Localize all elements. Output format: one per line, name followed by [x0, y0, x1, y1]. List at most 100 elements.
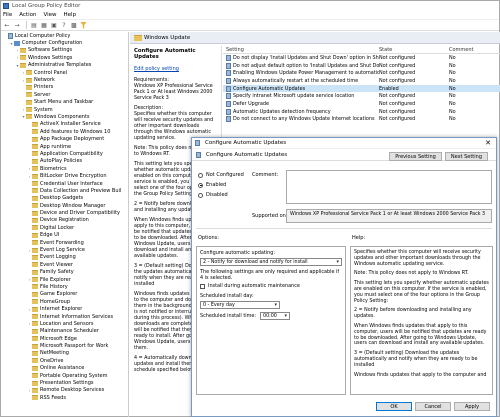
tree-item[interactable]: › Biometrics	[1, 165, 128, 172]
tree-item[interactable]: › Control Panel	[1, 69, 128, 76]
tree-item[interactable]: NetMeeting	[1, 350, 128, 357]
table-row[interactable]: Do not display 'Install Updates and Shut…	[223, 54, 500, 62]
filter-icon[interactable]	[80, 21, 87, 29]
tree-item[interactable]: Edge UI	[1, 232, 128, 239]
tree-item[interactable]: ActiveX Installer Service	[1, 121, 128, 128]
cancel-button[interactable]: Cancel	[415, 402, 451, 411]
tree-item[interactable]: Application Compatibility	[1, 150, 128, 157]
tree-item[interactable]: › Internet Explorer	[1, 305, 128, 312]
tree-item[interactable]: › File Explorer	[1, 276, 128, 283]
radio-button-selected[interactable]	[198, 182, 203, 188]
install-maintenance-checkbox[interactable]: Install during automatic maintenance	[200, 283, 342, 289]
tree-item[interactable]: App Package Deployment	[1, 135, 128, 142]
tree-item[interactable]: ▾ Windows Components	[1, 113, 128, 120]
tree-item[interactable]: RSS Feeds	[1, 394, 128, 401]
tree-item[interactable]: App runtime	[1, 143, 128, 150]
tree-item[interactable]: Digital Locker	[1, 224, 128, 231]
tree-item[interactable]: ▾ Computer Configuration	[1, 39, 128, 46]
tree-item[interactable]: File History	[1, 283, 128, 290]
tree-item[interactable]: OneDrive	[1, 357, 128, 364]
properties-icon[interactable]: ▦	[40, 21, 48, 29]
install-time-select[interactable]: 00:00	[260, 312, 291, 320]
tree-item[interactable]: Desktop Gadgets	[1, 195, 128, 202]
menu-file[interactable]: File	[3, 12, 12, 18]
setting-cell: Do not connect to any Windows Update Int…	[223, 116, 379, 123]
forward-icon[interactable]: →	[13, 21, 21, 29]
apply-button[interactable]: Apply	[454, 402, 490, 411]
help-icon[interactable]: ?	[60, 21, 68, 29]
tree-item[interactable]: Device and Driver Compatibility	[1, 209, 128, 216]
export-list-icon[interactable]: ▣	[50, 21, 58, 29]
tree-item[interactable]: Event Forwarding	[1, 239, 128, 246]
tree-item[interactable]: Event Viewer	[1, 261, 128, 268]
tree-item[interactable]: › Remote Desktop Services	[1, 387, 128, 394]
tree-item[interactable]: › Software Settings	[1, 47, 128, 54]
radio-button[interactable]	[198, 172, 203, 178]
tree-item[interactable]: Online Assistance	[1, 365, 128, 372]
previous-setting-button[interactable]: Previous Setting	[389, 152, 442, 161]
tree-item[interactable]: Presentation Settings	[1, 379, 128, 386]
table-row[interactable]: Do not connect to any Windows Update Int…	[223, 116, 500, 124]
tree-item[interactable]: Game Explorer	[1, 291, 128, 298]
tree-item[interactable]: Event Logging	[1, 254, 128, 261]
radio-not-configured[interactable]: Not Configured	[198, 170, 244, 180]
show-hide-tree-icon[interactable]: ▤	[30, 21, 38, 29]
table-row[interactable]: Specify intranet Microsoft update servic…	[223, 92, 500, 100]
table-row[interactable]: Do not adjust default option to 'Install…	[223, 62, 500, 70]
tree-item[interactable]: Start Menu and Taskbar	[1, 99, 128, 106]
menu-view[interactable]: View	[43, 12, 56, 18]
tree-item[interactable]: AutoPlay Policies	[1, 158, 128, 165]
menu-help[interactable]: Help	[64, 12, 77, 18]
view-icon[interactable]: ▩	[70, 21, 78, 29]
tree-item[interactable]: Desktop Window Manager	[1, 202, 128, 209]
edit-policy-link[interactable]: Edit policy setting	[134, 66, 217, 72]
tree-item[interactable]: Server	[1, 91, 128, 98]
tree-item[interactable]: ▾ Administrative Templates	[1, 62, 128, 69]
checkbox[interactable]	[200, 283, 205, 289]
next-setting-button[interactable]: Next Setting	[444, 152, 488, 161]
tree-item[interactable]: Maintenance Scheduler	[1, 328, 128, 335]
tree-item[interactable]: Portable Operating System	[1, 372, 128, 379]
tree-item[interactable]: › Network	[1, 76, 128, 83]
navigation-tree[interactable]: Local Computer Policy ▾ Computer Configura…	[1, 32, 129, 417]
supported-on-field: Windows XP Professional Service Pack 1 o…	[286, 209, 492, 223]
tree-item[interactable]: › Event Log Service	[1, 246, 128, 253]
table-row[interactable]: Configure Automatic Updates Enabled No	[223, 84, 500, 93]
close-icon[interactable]: ✕	[480, 139, 496, 147]
tree-item[interactable]: Microsoft Passport for Work	[1, 342, 128, 349]
tree-item[interactable]: › Windows Settings	[1, 54, 128, 61]
tree-item[interactable]: Internet Information Services	[1, 313, 128, 320]
ok-button[interactable]: OK	[376, 402, 412, 411]
tree-item[interactable]: › BitLocker Drive Encryption	[1, 172, 128, 179]
radio-disabled[interactable]: Disabled	[198, 190, 244, 200]
comment-field[interactable]	[286, 170, 492, 204]
radio-button[interactable]	[198, 192, 203, 198]
tree-item[interactable]: HomeGroup	[1, 298, 128, 305]
tree-item[interactable]: Microsoft Edge	[1, 335, 128, 342]
tree-item[interactable]: › System	[1, 106, 128, 113]
menu-action[interactable]: Action	[19, 12, 36, 18]
tree-item[interactable]: Printers	[1, 84, 128, 91]
configure-select[interactable]: 2 - Notify for download and notify for i…	[200, 258, 342, 266]
tree-item[interactable]: Credential User Interface	[1, 180, 128, 187]
install-day-select[interactable]: 0 - Every day	[200, 301, 280, 309]
column-header-comment[interactable]: Comment	[449, 47, 499, 53]
folder-icon	[32, 254, 38, 260]
table-row[interactable]: Enabling Windows Update Power Management…	[223, 69, 500, 77]
column-header-state[interactable]: State	[379, 47, 449, 53]
tree-item[interactable]: Local Computer Policy	[1, 32, 128, 39]
tree-item[interactable]: Data Collection and Preview Buil	[1, 187, 128, 194]
tree-item[interactable]: Device Registration	[1, 217, 128, 224]
computer-icon	[14, 40, 20, 46]
folder-icon	[32, 395, 38, 401]
radio-enabled[interactable]: Enabled	[198, 180, 244, 190]
tree-item[interactable]: › Location and Sensors	[1, 320, 128, 327]
tree-item[interactable]: Add features to Windows 10	[1, 128, 128, 135]
state-cell: Not configured	[379, 100, 416, 107]
table-row[interactable]: Automatic Updates detection frequency Not…	[223, 108, 500, 116]
table-row[interactable]: Defer Upgrade Not configured No	[223, 100, 500, 108]
back-icon[interactable]: ←	[3, 21, 11, 29]
table-row[interactable]: Always automatically restart at the sche…	[223, 77, 500, 85]
column-header-setting[interactable]: Setting	[223, 47, 379, 53]
tree-item[interactable]: Family Safety	[1, 269, 128, 276]
